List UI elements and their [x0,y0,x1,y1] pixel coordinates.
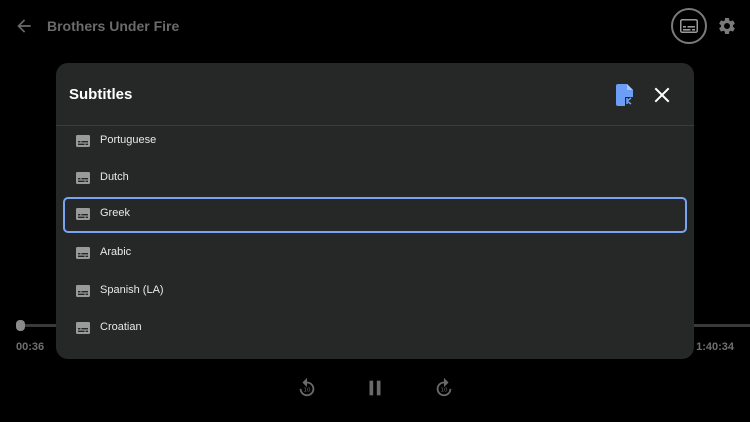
subtitle-item-label: Spanish (LA) [100,284,164,296]
back-button[interactable] [12,14,36,38]
subtitle-item-label: Dutch [100,171,129,183]
pause-button[interactable] [363,376,387,400]
subtitle-item-label: Arabic [100,246,132,258]
total-time: 1:40:34 [696,341,734,353]
subtitle-item-spanish-la[interactable]: Spanish (LA) [63,274,687,310]
subtitles-dialog: Subtitles Portuguese Dutch Greek Arabic … [56,63,694,359]
subtitles-icon [76,208,90,220]
settings-button[interactable] [716,15,738,37]
subtitle-item-dutch[interactable]: Dutch [63,161,687,197]
svg-text:10: 10 [304,388,311,394]
subtitle-item-label: Portuguese [100,134,157,146]
subtitle-file-upload-icon [616,84,635,106]
forward-10-icon: 10 [436,377,452,397]
subtitles-icon [76,247,90,259]
subtitle-item-croatian[interactable]: Croatian [63,311,687,347]
close-icon [654,87,670,103]
close-button[interactable] [650,83,674,107]
subtitles-icon [76,172,90,184]
subtitle-list: Portuguese Dutch Greek Arabic Spanish (L… [56,126,694,359]
dialog-header: Subtitles [56,63,694,126]
svg-text:10: 10 [441,388,448,394]
subtitle-item-label: Greek [100,207,130,219]
upload-subtitle-button[interactable] [614,83,638,107]
rewind-button[interactable]: 10 [295,376,319,400]
gear-icon [719,17,735,34]
subtitles-icon [76,322,90,334]
dialog-title: Subtitles [69,86,133,103]
subtitle-item-greek[interactable]: Greek [63,197,687,233]
pause-icon [369,380,381,396]
forward-button[interactable]: 10 [432,376,456,400]
video-player-screen: Brothers Under Fire 00:36 1:40:34 10 10 … [0,0,750,422]
arrow-back-icon [17,19,31,33]
closed-caption-icon [680,19,698,33]
subtitles-icon [76,135,90,147]
subtitle-item-arabic[interactable]: Arabic [63,236,687,272]
subtitle-item-label: Croatian [100,321,142,333]
subtitles-icon [76,285,90,297]
subtitle-item-portuguese[interactable]: Portuguese [63,124,687,160]
progress-thumb[interactable] [15,320,25,331]
captions-button[interactable] [671,8,707,44]
current-time: 00:36 [16,341,45,353]
replay-10-icon: 10 [299,377,315,397]
video-title: Brothers Under Fire [47,18,180,34]
